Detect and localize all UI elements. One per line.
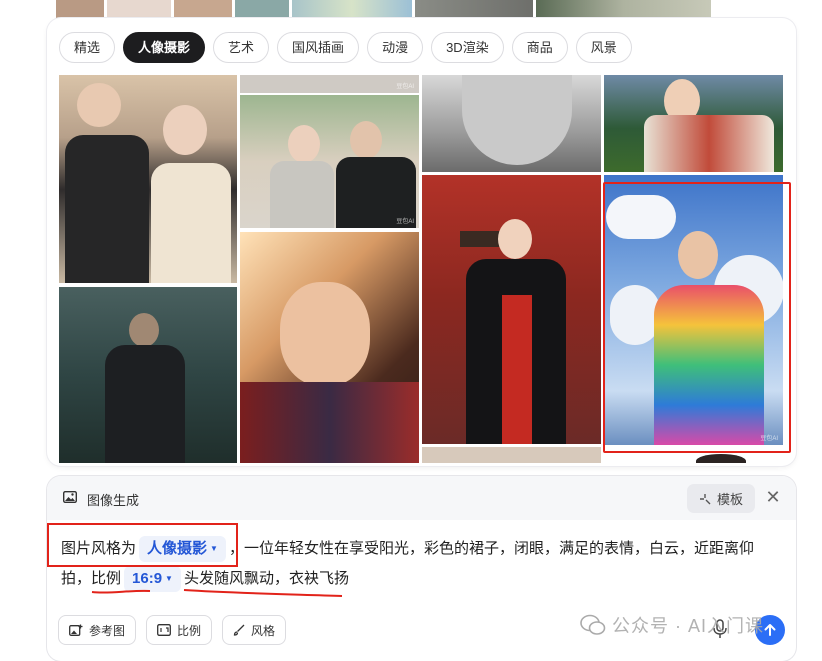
style-tabs: 精选 人像摄影 艺术 国风插画 动漫 3D渲染 商品 风景 (59, 32, 632, 63)
portrait-outfit (270, 161, 334, 228)
prompt-text-area[interactable]: 图片风格为 人像摄影 ▼ ，一位年轻女性在享受阳光，彩色的裙子，闭眼，满足的表情，白云… (61, 534, 773, 594)
strip-image (56, 0, 104, 20)
wechat-icon (580, 614, 606, 635)
portrait-outfit (240, 382, 419, 463)
tab-chinese-illustration[interactable]: 国风插画 (277, 32, 360, 63)
ratio-label: 比例 (177, 623, 202, 638)
ratio-chip[interactable]: 16:9 ▼ (124, 566, 181, 593)
watermark-text: 公众号 · AI入门课 (612, 616, 765, 636)
tab-anime[interactable]: 动漫 (367, 32, 424, 63)
style-chip[interactable]: 人像摄影 ▼ (139, 536, 226, 563)
tab-3d-render[interactable]: 3D渲染 (431, 32, 504, 63)
gallery-image-partial[interactable]: 豆包AI (240, 75, 419, 93)
ratio-button[interactable]: 比例 (146, 615, 213, 645)
portrait-outfit (105, 345, 185, 463)
reference-label: 参考图 (89, 623, 126, 638)
portrait-face (462, 75, 572, 165)
brush-icon (233, 624, 245, 636)
strip-image (536, 0, 711, 20)
portrait-outfit (644, 115, 774, 172)
image-add-icon (69, 624, 83, 636)
gallery-image-bw-portrait[interactable] (422, 75, 601, 172)
tab-products[interactable]: 商品 (511, 32, 568, 63)
portrait-face (129, 313, 159, 347)
strip-image (415, 0, 533, 20)
reference-image-button[interactable]: 参考图 (58, 615, 137, 645)
arrow-up-icon (764, 624, 776, 636)
gallery-image-ethnic-girl[interactable] (240, 232, 419, 463)
portrait-hair (696, 454, 746, 463)
portrait-face (288, 125, 320, 163)
prompt-text: 图片风格为 (61, 540, 137, 557)
style-chip-label: 人像摄影 (147, 540, 208, 557)
gallery-image-forest-warrior[interactable] (59, 287, 237, 463)
tab-landscape[interactable]: 风景 (575, 32, 632, 63)
prompt-text: 头发随风飘动，衣袂飞扬 (183, 570, 349, 587)
strip-image (292, 0, 412, 20)
image-watermark: 豆包AI (396, 219, 414, 225)
tab-featured[interactable]: 精选 (59, 32, 116, 63)
template-button[interactable]: 模板 (687, 484, 755, 513)
portrait-face (163, 105, 207, 155)
gallery-image-picnic-girl[interactable] (604, 75, 783, 172)
strip-image (174, 0, 232, 20)
gallery-image-couple-street[interactable] (59, 75, 237, 283)
portrait-outfit (151, 163, 231, 283)
portrait-face (350, 121, 382, 159)
caret-down-icon: ▼ (210, 544, 218, 554)
portrait-outfit (65, 135, 149, 283)
previous-image-strip (56, 0, 790, 20)
image-icon (63, 491, 77, 503)
panel-title: 图像生成 (87, 493, 140, 508)
tab-art[interactable]: 艺术 (213, 32, 270, 63)
panel-header: 图像生成 模板 ✕ (47, 476, 796, 520)
strip-image (107, 0, 171, 20)
wechat-watermark: 公众号 · AI入门课 (580, 612, 764, 638)
gallery-image-hanfu-girl[interactable] (422, 175, 601, 444)
gallery-image-qipao-couple[interactable]: 豆包AI (240, 95, 419, 228)
ratio-chip-label: 16:9 (132, 570, 163, 587)
template-label: 模板 (716, 492, 743, 507)
image-watermark: 豆包AI (396, 84, 414, 90)
tab-portrait-photography[interactable]: 人像摄影 (123, 32, 206, 63)
aspect-ratio-icon (157, 624, 171, 636)
template-icon (699, 493, 711, 504)
gallery-image-partial[interactable] (422, 447, 601, 463)
outfit-detail (502, 295, 532, 444)
strip-image (235, 0, 289, 20)
portrait-face (77, 83, 121, 127)
portrait-face (498, 219, 532, 259)
style-label: 风格 (251, 623, 276, 638)
style-button[interactable]: 风格 (222, 615, 287, 645)
close-icon[interactable]: ✕ (763, 487, 783, 507)
highlight-box-selected-image (603, 182, 791, 453)
portrait-face (280, 282, 370, 386)
caret-down-icon: ▼ (165, 574, 173, 584)
generator-toolbar: 参考图 比例 风格 (58, 615, 287, 645)
